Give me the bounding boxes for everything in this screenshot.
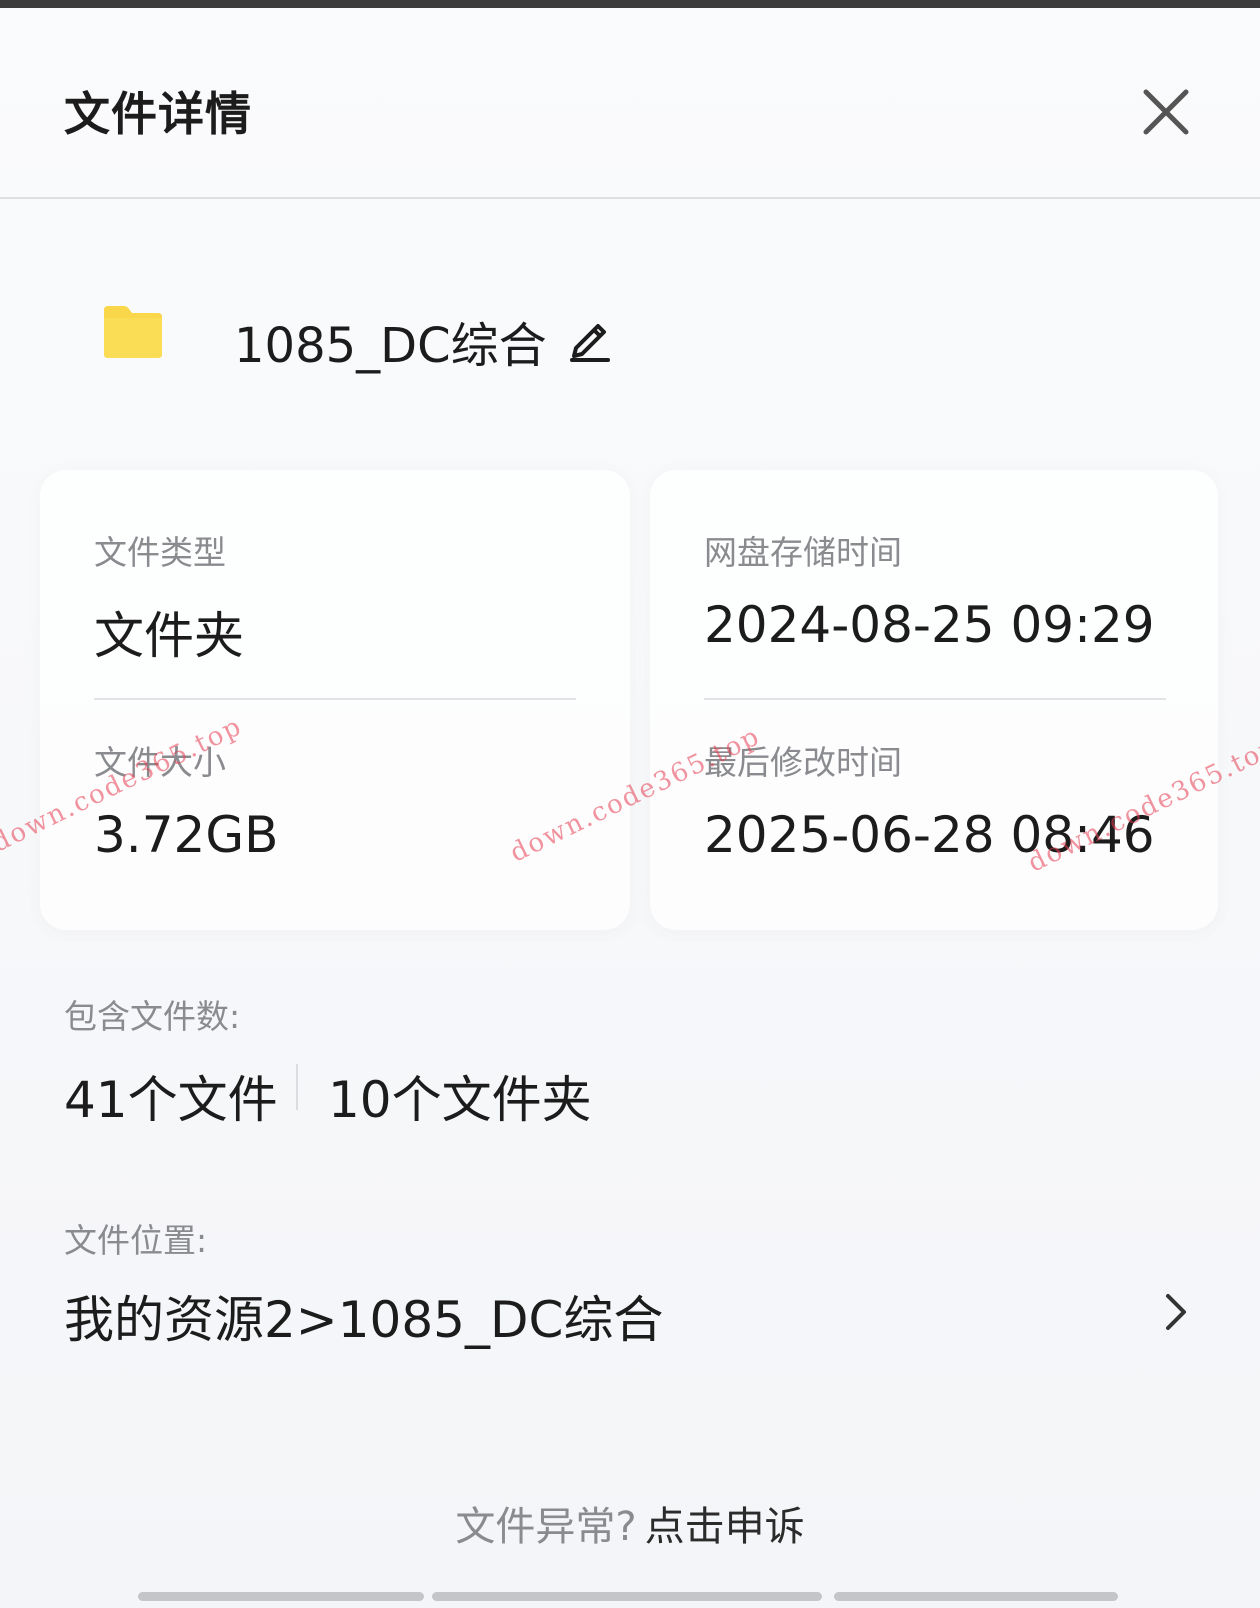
- close-icon: [1143, 89, 1189, 135]
- status-bar-edge: [0, 0, 1260, 8]
- report-link[interactable]: 点击申诉: [645, 1504, 805, 1550]
- details-card-right: 网盘存储时间 2024-08-25 09:29 最后修改时间 2025-06-2…: [650, 470, 1218, 930]
- location-label: 文件位置:: [64, 1221, 208, 1260]
- close-button[interactable]: [1138, 84, 1194, 140]
- stored-time-value: 2024-08-25 09:29: [704, 596, 1155, 654]
- page-title: 文件详情: [64, 87, 252, 141]
- pencil-icon: [570, 324, 610, 362]
- tab-indicator: [138, 1592, 424, 1601]
- field-divider: [94, 698, 576, 700]
- report-question: 文件异常?: [455, 1504, 637, 1550]
- folder-count: 10个文件夹: [328, 1071, 592, 1129]
- tab-indicators: [138, 1592, 1118, 1602]
- contents-label: 包含文件数:: [64, 997, 241, 1036]
- chevron-right-icon: [1166, 1294, 1186, 1330]
- rename-button[interactable]: [568, 314, 612, 362]
- file-name: 1085_DC综合: [234, 318, 547, 374]
- stored-time-label: 网盘存储时间: [704, 533, 902, 572]
- count-separator: [296, 1064, 298, 1110]
- tab-indicator: [834, 1592, 1118, 1601]
- report-footer: 文件异常? 点击申诉: [0, 1494, 1260, 1552]
- file-type-label: 文件类型: [94, 533, 226, 572]
- file-count: 41个文件: [64, 1071, 278, 1129]
- file-location-row[interactable]: 我的资源2>1085_DC综合: [0, 1270, 1260, 1350]
- folder-icon: [104, 306, 162, 358]
- sheet-header: 文件详情: [0, 8, 1260, 198]
- tab-indicator: [432, 1592, 822, 1601]
- details-card-left: 文件类型 文件夹 文件大小 3.72GB: [40, 470, 630, 930]
- header-divider: [0, 197, 1260, 199]
- field-divider: [704, 698, 1166, 700]
- file-size-value: 3.72GB: [94, 806, 279, 864]
- file-location-path: 我的资源2>1085_DC综合: [64, 1291, 664, 1349]
- file-type-value: 文件夹: [94, 607, 244, 665]
